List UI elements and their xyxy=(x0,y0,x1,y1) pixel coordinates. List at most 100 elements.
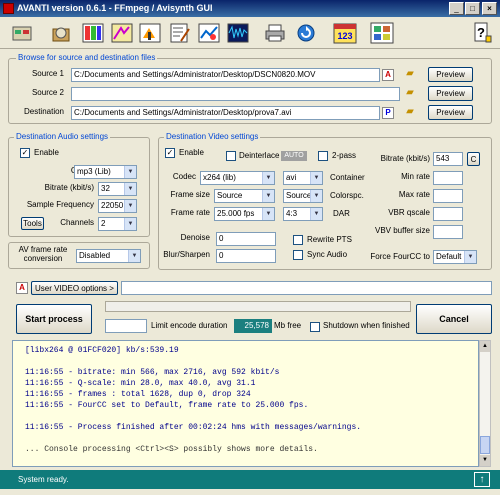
denoise-input[interactable]: 0 xyxy=(216,232,276,246)
close-button[interactable]: × xyxy=(482,2,497,15)
refresh-icon[interactable] xyxy=(292,19,320,47)
video-bitrate-label: Bitrate (kbit/s) xyxy=(380,154,430,163)
package-icon[interactable] xyxy=(47,19,75,47)
console-line: [libx264 @ 01FCF020] kb/s:539.19 xyxy=(25,346,179,355)
syncaudio-label: Sync Audio xyxy=(307,250,348,259)
svg-text:123: 123 xyxy=(337,31,352,41)
film-icon[interactable] xyxy=(108,19,136,47)
brush-icon[interactable] xyxy=(136,19,164,47)
preview-destination-button[interactable]: Preview xyxy=(428,105,473,120)
source2-input[interactable] xyxy=(71,87,400,101)
maximize-button[interactable]: □ xyxy=(465,2,480,15)
audio-channels-label: Channels xyxy=(60,218,94,227)
destination-input[interactable]: C:/Documents and Settings/Administrator/… xyxy=(71,106,380,120)
console-line: 11:16:55 - FourCC set to Default, frame … xyxy=(25,401,309,410)
blursharpen-input[interactable]: 0 xyxy=(216,249,276,263)
rewritepts-checkbox[interactable] xyxy=(293,235,303,245)
waveform-icon[interactable] xyxy=(224,19,252,47)
colorspace-select[interactable]: Source xyxy=(283,189,323,203)
video-codec-select[interactable]: x264 (lib) xyxy=(200,171,275,185)
video-bitrate-input[interactable]: 543 xyxy=(433,152,463,166)
deinterlace-label: Deinterlace xyxy=(239,151,280,160)
framerate-select[interactable]: 25.000 fps xyxy=(214,207,275,221)
shutdown-checkbox[interactable] xyxy=(310,322,320,332)
deinterlace-checkbox[interactable] xyxy=(226,151,236,161)
browse-group-label: Browse for source and destination files xyxy=(16,53,158,63)
audio-tools-button[interactable]: Tools xyxy=(21,217,44,230)
vbvbuffer-label: VBV buffer size xyxy=(375,226,430,235)
scroll-down-icon[interactable]: ▼ xyxy=(480,455,490,466)
scrollbar-thumb[interactable] xyxy=(480,436,490,454)
mb-free-value: 25,578 xyxy=(234,319,272,333)
fourcc-select[interactable]: Default xyxy=(433,250,477,264)
preview-source1-button[interactable]: Preview xyxy=(428,67,473,82)
svg-text:?: ? xyxy=(477,25,485,40)
video-codec-label: Codec xyxy=(172,172,196,181)
framerate-label: Frame rate xyxy=(170,208,210,217)
framesize-select[interactable]: Source xyxy=(214,189,275,203)
cancel-button[interactable]: Cancel xyxy=(416,304,492,334)
user-video-options-button[interactable]: User VIDEO options > xyxy=(31,281,118,295)
console-scrollbar[interactable]: ▲ ▼ xyxy=(479,340,491,467)
vbrqscale-label: VBR qscale xyxy=(388,208,430,217)
app-icon xyxy=(3,3,14,14)
title-bar: AVANTI version 0.6.1 - FFmpeg / Avisynth… xyxy=(0,0,500,17)
twopass-checkbox[interactable] xyxy=(318,151,328,161)
minrate-input[interactable] xyxy=(433,171,463,185)
audio-samplefreq-select[interactable]: 22050 xyxy=(98,199,137,213)
audio-enable-checkbox[interactable]: ✓ xyxy=(20,148,30,158)
dar-select[interactable]: 4:3 xyxy=(283,207,323,221)
printer-icon[interactable] xyxy=(261,19,289,47)
avframe-label: AV frame rate conversion xyxy=(18,245,68,263)
user-video-options-input[interactable] xyxy=(121,281,492,295)
p-icon[interactable]: P xyxy=(382,107,394,119)
source1-input[interactable]: C:/Documents and Settings/Administrator/… xyxy=(71,68,380,82)
folder-open-icon[interactable]: ▰ xyxy=(404,87,416,99)
video-enable-label: Enable xyxy=(179,148,204,157)
mb-free-label: Mb free xyxy=(274,321,302,330)
video-enable-checkbox[interactable]: ✓ xyxy=(165,148,175,158)
options-icon[interactable] xyxy=(8,19,36,47)
minimize-button[interactable]: _ xyxy=(449,2,464,15)
audio-channels-select[interactable]: 2 xyxy=(98,217,137,231)
container-select[interactable]: avi xyxy=(283,171,323,185)
video-group-label: Destination Video settings xyxy=(164,132,261,142)
dar-label: DAR xyxy=(333,209,350,218)
colorspace-label: Colorspc. xyxy=(330,191,364,200)
calculator-button[interactable]: C xyxy=(467,152,480,166)
audio-codec-select[interactable]: mp3 (Lib) xyxy=(74,165,137,179)
scroll-up-icon[interactable]: ▲ xyxy=(480,341,490,352)
folder-open-icon[interactable]: ▰ xyxy=(404,68,416,80)
shutdown-label: Shutdown when finished xyxy=(323,321,410,330)
scroll-top-button[interactable]: ↑ xyxy=(474,472,490,487)
editor-icon[interactable] xyxy=(166,19,194,47)
console-output: [libx264 @ 01FCF020] kb/s:539.19 11:16:5… xyxy=(12,340,479,467)
help-icon[interactable]: ? xyxy=(468,19,496,47)
calendar-icon[interactable]: 123 xyxy=(331,19,359,47)
start-process-button[interactable]: Start process xyxy=(16,304,92,334)
vbrqscale-input[interactable] xyxy=(433,207,463,221)
denoise-label: Denoise xyxy=(180,233,210,242)
subtitle-icon[interactable]: A xyxy=(16,282,28,294)
blursharpen-label: Blur/Sharpen xyxy=(163,250,210,259)
chart-icon[interactable] xyxy=(195,19,223,47)
auto-badge[interactable]: AUTO xyxy=(281,151,307,161)
vbvbuffer-input[interactable] xyxy=(433,225,463,239)
avframe-select[interactable]: Disabled xyxy=(76,249,141,263)
audio-bitrate-select[interactable]: 32 xyxy=(98,182,137,196)
audio-group-label: Destination Audio settings xyxy=(14,132,111,142)
syncaudio-checkbox[interactable] xyxy=(293,250,303,260)
maxrate-input[interactable] xyxy=(433,189,463,203)
status-text: System ready. xyxy=(18,475,69,484)
minrate-label: Min rate xyxy=(401,172,430,181)
console-line: 11:16:55 - frames : total 1628, dup 0, d… xyxy=(25,390,251,399)
limit-duration-input[interactable] xyxy=(105,319,147,333)
tools-icon[interactable] xyxy=(368,19,396,47)
preview-source2-button[interactable]: Preview xyxy=(428,86,473,101)
window-title: AVANTI version 0.6.1 - FFmpeg / Avisynth… xyxy=(17,3,213,13)
palette-icon[interactable] xyxy=(79,19,107,47)
folder-open-icon[interactable]: ▰ xyxy=(404,106,416,118)
subtitle-icon[interactable]: A xyxy=(382,69,394,81)
